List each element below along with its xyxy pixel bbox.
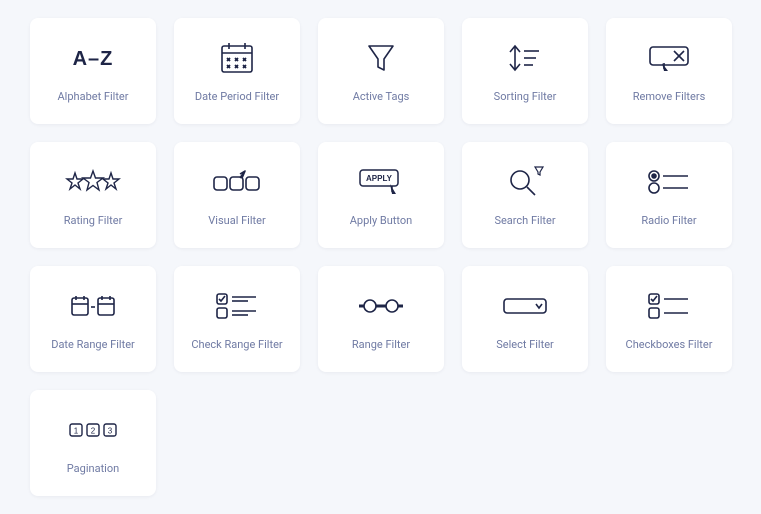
search-icon	[497, 162, 553, 202]
checkboxes-icon	[641, 286, 697, 326]
calendar-icon	[209, 38, 265, 78]
select-icon	[497, 286, 553, 326]
radio-icon	[641, 162, 697, 202]
svg-text:A–Z: A–Z	[73, 48, 114, 70]
pagination-icon: 1 2 3	[65, 410, 121, 450]
stars-icon	[65, 162, 121, 202]
card-apply-button[interactable]: APPLY Apply Button	[318, 142, 444, 248]
remove-filters-icon	[641, 38, 697, 78]
card-rating-filter[interactable]: Rating Filter	[30, 142, 156, 248]
card-label: Active Tags	[353, 90, 410, 103]
card-radio-filter[interactable]: Radio Filter	[606, 142, 732, 248]
svg-text:3: 3	[108, 427, 113, 436]
svg-text:2: 2	[91, 427, 96, 436]
card-active-tags[interactable]: Active Tags	[318, 18, 444, 124]
card-label: Visual Filter	[208, 214, 265, 227]
check-range-icon	[209, 286, 265, 326]
card-label: Rating Filter	[64, 214, 123, 227]
card-label: Range Filter	[352, 338, 410, 351]
card-label: Radio Filter	[641, 214, 696, 227]
card-label: Pagination	[67, 462, 119, 475]
range-slider-icon	[353, 286, 409, 326]
card-label: Apply Button	[350, 214, 413, 227]
card-visual-filter[interactable]: Visual Filter	[174, 142, 300, 248]
card-label: Remove Filters	[633, 90, 706, 103]
funnel-icon	[353, 38, 409, 78]
card-label: Sorting Filter	[494, 90, 557, 103]
card-label: Checkboxes Filter	[626, 338, 713, 351]
svg-text:1: 1	[74, 427, 79, 436]
card-checkboxes-filter[interactable]: Checkboxes Filter	[606, 266, 732, 372]
card-search-filter[interactable]: Search Filter	[462, 142, 588, 248]
svg-text:APPLY: APPLY	[366, 174, 393, 183]
card-date-range-filter[interactable]: Date Range Filter	[30, 266, 156, 372]
card-range-filter[interactable]: Range Filter	[318, 266, 444, 372]
card-label: Select Filter	[496, 338, 554, 351]
alphabet-icon: A–Z	[65, 38, 121, 78]
apply-button-icon: APPLY	[353, 162, 409, 202]
date-range-icon	[65, 286, 121, 326]
card-label: Alphabet Filter	[58, 90, 129, 103]
visual-filter-icon	[209, 162, 265, 202]
sorting-icon	[497, 38, 553, 78]
card-alphabet-filter[interactable]: A–Z Alphabet Filter	[30, 18, 156, 124]
card-label: Date Period Filter	[195, 90, 279, 103]
filter-grid: A–Z Alphabet Filter Date P	[30, 18, 731, 496]
card-remove-filters[interactable]: Remove Filters	[606, 18, 732, 124]
card-date-period-filter[interactable]: Date Period Filter	[174, 18, 300, 124]
card-label: Check Range Filter	[191, 338, 282, 351]
card-label: Search Filter	[494, 214, 555, 227]
card-label: Date Range Filter	[51, 338, 135, 351]
card-sorting-filter[interactable]: Sorting Filter	[462, 18, 588, 124]
card-check-range-filter[interactable]: Check Range Filter	[174, 266, 300, 372]
card-pagination[interactable]: 1 2 3 Pagination	[30, 390, 156, 496]
card-select-filter[interactable]: Select Filter	[462, 266, 588, 372]
